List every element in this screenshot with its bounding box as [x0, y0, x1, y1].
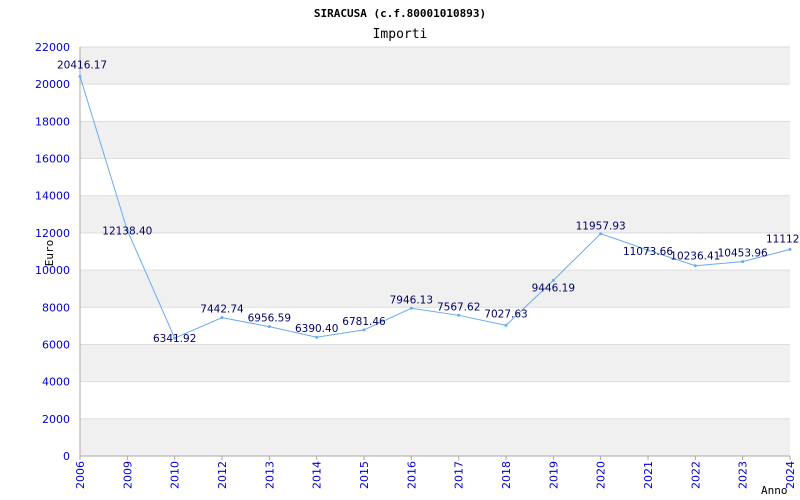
data-point	[220, 316, 224, 320]
x-tick-label: 2023	[737, 461, 750, 489]
data-label: 11112.6	[766, 233, 800, 245]
y-tick-label: 4000	[42, 376, 70, 389]
data-label: 20416.17	[57, 59, 107, 71]
grid-band	[80, 418, 790, 456]
x-tick-label: 2019	[547, 461, 560, 489]
x-tick-label: 2006	[74, 461, 87, 489]
x-tick-label: 2018	[500, 461, 513, 489]
y-tick-label: 18000	[35, 115, 70, 128]
y-tick-label: 14000	[35, 190, 70, 203]
data-point	[741, 260, 745, 264]
y-tick-label: 20000	[35, 78, 70, 91]
x-tick-label: 2010	[169, 461, 182, 489]
data-label: 6390.40	[295, 323, 338, 335]
data-label: 6341.92	[153, 333, 196, 345]
data-label: 7442.74	[200, 304, 244, 316]
y-tick-label: 10000	[35, 264, 70, 277]
line-chart: SIRACUSA (c.f.80001010893) Importi Euro …	[35, 7, 800, 497]
data-point	[788, 247, 792, 251]
data-label: 10236.41	[670, 251, 720, 263]
x-tick-label: 2020	[595, 461, 608, 489]
x-tick-label: 2017	[453, 461, 466, 489]
y-axis-label: Euro	[43, 240, 56, 267]
data-label: 11073.66	[623, 246, 673, 258]
data-label: 7027.63	[484, 308, 527, 320]
data-point	[315, 335, 319, 339]
x-tick-label: 2013	[263, 461, 276, 489]
data-label: 7567.62	[437, 301, 480, 313]
grid-band	[80, 270, 790, 308]
x-tick-label: 2022	[689, 461, 702, 489]
x-tick-label: 2016	[405, 461, 418, 489]
data-label: 6956.59	[248, 313, 291, 325]
data-point	[362, 328, 366, 332]
y-tick-label: 16000	[35, 153, 70, 166]
chart-title: SIRACUSA (c.f.80001010893)	[314, 7, 486, 20]
x-tick-label: 2024	[784, 461, 797, 489]
x-tick-label: 2014	[311, 461, 324, 489]
grid-band	[80, 121, 790, 159]
data-label: 10453.96	[718, 248, 768, 260]
y-tick-label: 6000	[42, 338, 70, 351]
data-point	[78, 74, 82, 78]
grid-band	[80, 195, 790, 233]
data-point	[457, 313, 461, 317]
x-tick-label: 2015	[358, 461, 371, 489]
y-tick-label: 8000	[42, 301, 70, 314]
y-tick-label: 22000	[35, 41, 70, 54]
grid-band	[80, 47, 790, 85]
data-point	[409, 306, 413, 310]
data-point	[693, 264, 697, 268]
data-label: 9446.19	[532, 282, 575, 294]
data-label: 6781.46	[342, 316, 386, 328]
data-point	[267, 325, 271, 329]
y-tick-label: 12000	[35, 227, 70, 240]
data-point	[504, 323, 508, 327]
y-tick-label: 0	[63, 450, 70, 463]
data-label: 12138.40	[102, 225, 152, 237]
chart-subtitle: Importi	[373, 27, 428, 42]
data-label: 11957.93	[576, 221, 626, 233]
x-tick-label: 2009	[121, 461, 134, 489]
x-tick-label: 2021	[642, 461, 655, 489]
x-tick-label: 2012	[216, 461, 229, 489]
y-tick-label: 2000	[42, 413, 70, 426]
grid-band	[80, 344, 790, 382]
data-label: 7946.13	[390, 294, 433, 306]
